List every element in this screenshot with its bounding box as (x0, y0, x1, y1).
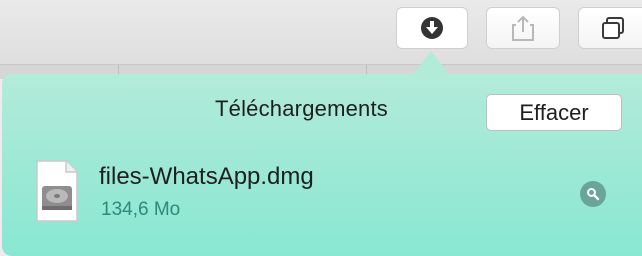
download-file-name[interactable]: files-WhatsApp.dmg (99, 163, 314, 191)
share-button[interactable] (486, 7, 560, 49)
popover-title: Téléchargements (215, 96, 388, 121)
magnifier-icon (587, 188, 600, 201)
tabs-overview-button[interactable] (578, 7, 642, 49)
share-icon (512, 15, 534, 41)
downloads-button[interactable] (396, 7, 468, 49)
tabs-overview-icon (602, 17, 624, 39)
show-in-finder-button[interactable] (580, 181, 606, 207)
download-file-size: 134,6 Mo (101, 199, 181, 220)
popover-arrow (411, 51, 451, 77)
disk-image-file-icon (36, 160, 78, 222)
download-arrow-icon (421, 17, 443, 39)
clear-button[interactable]: Effacer (486, 94, 622, 131)
